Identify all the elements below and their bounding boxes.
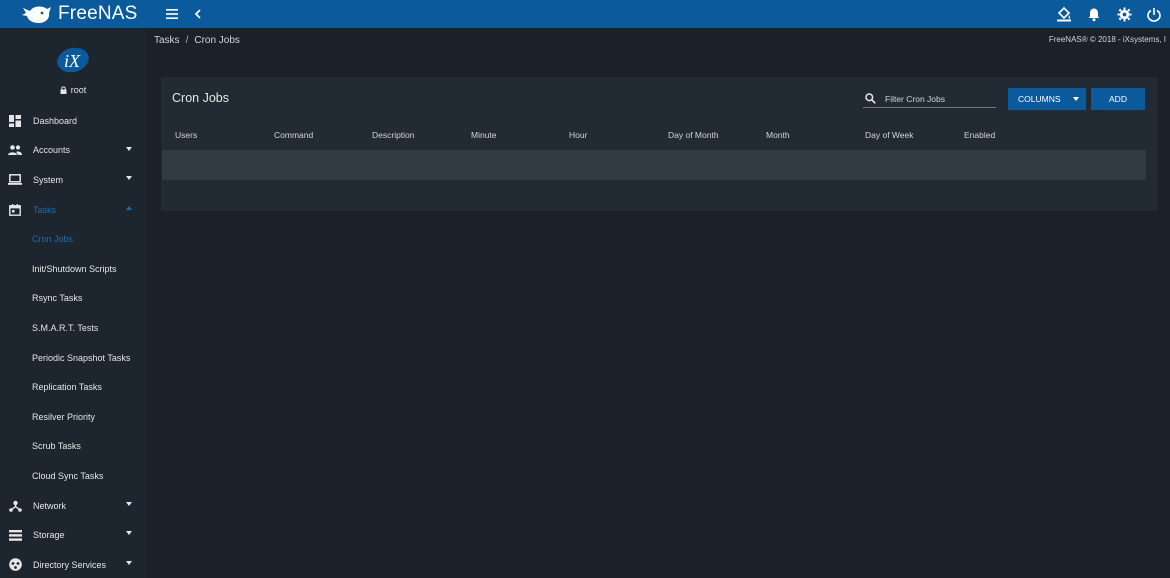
user-row[interactable]: root — [60, 85, 87, 95]
sidebar-item-network[interactable]: Network — [0, 491, 146, 521]
chevron-down-icon — [126, 560, 132, 565]
sidebar-item-system[interactable]: System — [0, 165, 146, 195]
copyright: FreeNAS® © 2018 - iXsystems, I — [1048, 35, 1166, 44]
menu-icon — [166, 9, 178, 19]
search-icon — [863, 92, 877, 106]
sidebar-item-label: Directory Services — [33, 559, 107, 570]
bell-icon — [1088, 8, 1100, 21]
sidebar-item-label: Storage — [33, 530, 65, 541]
sidebar-item-label: System — [33, 174, 64, 185]
column-header-description[interactable]: Description — [372, 130, 415, 140]
chevron-down-icon — [126, 176, 132, 181]
dropdown-icon — [1073, 97, 1079, 101]
column-header-hour[interactable]: Hour — [569, 130, 587, 140]
brand[interactable]: FreeNAS — [0, 0, 146, 28]
chevron-left-icon — [194, 9, 201, 19]
sidebar-subitem-periodic-snapshot-tasks[interactable]: Periodic Snapshot Tasks — [0, 343, 146, 373]
column-header-enabled[interactable]: Enabled — [964, 130, 995, 140]
dashboard-icon — [8, 114, 22, 128]
menu-toggle-button[interactable] — [160, 2, 184, 26]
sidebar-item-label: Network — [33, 500, 67, 511]
columns-button[interactable]: COLUMNS — [1008, 88, 1086, 110]
top-bar: FreeNAS — [0, 0, 1170, 28]
sidebar-item-storage[interactable]: Storage — [0, 520, 146, 550]
column-header-day-of-month[interactable]: Day of Month — [668, 130, 719, 140]
table-row — [162, 150, 1146, 180]
calendar-icon — [8, 203, 22, 217]
page-title: Cron Jobs — [172, 91, 229, 105]
column-header-day-of-week[interactable]: Day of Week — [865, 130, 914, 140]
chevron-up-icon — [126, 205, 132, 210]
network-icon — [8, 499, 22, 513]
sidebar-subitem-cloud-sync-tasks[interactable]: Cloud Sync Tasks — [0, 461, 146, 491]
sidebar-subitem-resilver-priority[interactable]: Resilver Priority — [0, 402, 146, 432]
theme-icon — [1057, 6, 1071, 22]
sidebar-subitem-scrub-tasks[interactable]: Scrub Tasks — [0, 432, 146, 462]
sidebar-subitem-replication-tasks[interactable]: Replication Tasks — [0, 372, 146, 402]
settings-button[interactable] — [1112, 2, 1136, 26]
username: root — [70, 85, 87, 95]
collapse-sidebar-button[interactable] — [186, 2, 210, 26]
cron-jobs-card: Cron Jobs COLUMNS ADD Users Command Desc… — [161, 77, 1158, 211]
column-header-users[interactable]: Users — [175, 130, 197, 140]
add-button[interactable]: ADD — [1091, 88, 1145, 110]
people-icon — [8, 143, 22, 157]
sidebar-subitem-smart-tests[interactable]: S.M.A.R.T. Tests — [0, 313, 146, 343]
ix-logo-icon: iX — [57, 47, 89, 73]
sidebar-item-label: Dashboard — [33, 115, 78, 126]
main-content: Cron Jobs COLUMNS ADD Users Command Desc… — [146, 52, 1170, 578]
breadcrumb-parent[interactable]: Tasks — [154, 35, 180, 46]
sidebar-subitem-init-shutdown-scripts[interactable]: Init/Shutdown Scripts — [0, 254, 146, 284]
lock-icon — [60, 86, 67, 94]
sidebar-item-accounts[interactable]: Accounts — [0, 136, 146, 166]
sidebar-item-tasks[interactable]: Tasks — [0, 195, 146, 225]
filter-field[interactable] — [863, 90, 996, 108]
breadcrumb-separator: / — [185, 34, 189, 46]
column-header-minute[interactable]: Minute — [471, 130, 497, 140]
notifications-button[interactable] — [1082, 2, 1106, 26]
power-icon — [1147, 7, 1161, 22]
svg-text:iX: iX — [64, 51, 81, 71]
theme-button[interactable] — [1052, 2, 1076, 26]
breadcrumb-current: Cron Jobs — [194, 34, 240, 46]
freenas-logo-icon — [22, 6, 51, 24]
sidebar-item-dashboard[interactable]: Dashboard — [0, 106, 146, 136]
brand-name: FreeNAS — [58, 3, 138, 24]
sidebar-subitem-cron-jobs[interactable]: Cron Jobs — [0, 224, 146, 254]
sidebar: iX root Dashboard Accounts System Tasks … — [0, 28, 146, 578]
sidebar-item-label: Tasks — [33, 204, 57, 215]
column-header-command[interactable]: Command — [274, 130, 313, 140]
search-input[interactable] — [885, 93, 990, 104]
chevron-down-icon — [126, 501, 132, 506]
sidebar-item-label: Accounts — [33, 145, 71, 156]
directory-icon — [8, 558, 22, 572]
gear-icon — [1116, 6, 1132, 22]
columns-button-label: COLUMNS — [1018, 94, 1061, 104]
column-header-month[interactable]: Month — [766, 130, 790, 140]
power-button[interactable] — [1142, 2, 1166, 26]
sidebar-subitem-rsync-tasks[interactable]: Rsync Tasks — [0, 284, 146, 314]
chevron-down-icon — [126, 531, 132, 536]
breadcrumb: Tasks / Cron Jobs FreeNAS® © 2018 - iXsy… — [146, 28, 1170, 52]
sidebar-item-directory-services[interactable]: Directory Services — [0, 550, 146, 578]
storage-icon — [8, 528, 22, 542]
chevron-down-icon — [126, 146, 132, 151]
laptop-icon — [8, 173, 22, 187]
table-header: Users Command Description Minute Hour Da… — [161, 123, 1158, 150]
profile: iX root — [0, 28, 146, 106]
